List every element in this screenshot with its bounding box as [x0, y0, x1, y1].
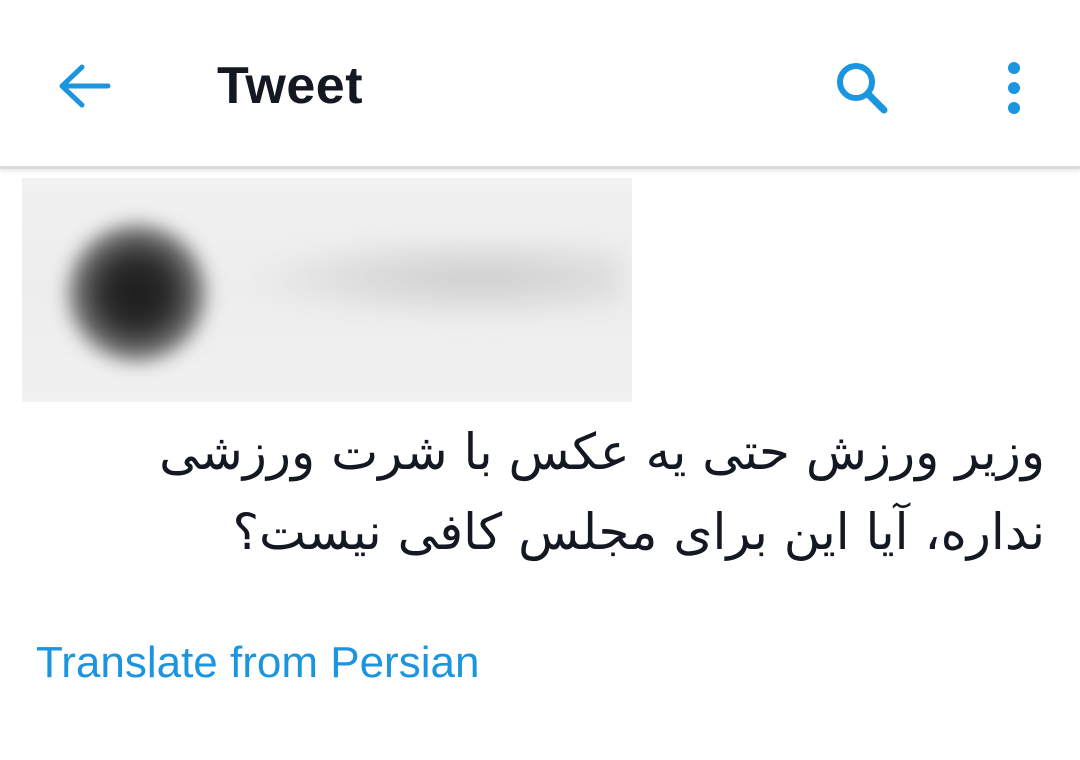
translate-link[interactable]: Translate from Persian: [36, 636, 479, 690]
back-button[interactable]: [46, 50, 122, 122]
tweet-text: وزیر ورزش حتی یه عکس با شرت ورزشی نداره،…: [159, 423, 1045, 561]
overflow-menu-button[interactable]: [988, 50, 1040, 126]
more-vertical-icon: [1008, 62, 1020, 114]
arrow-left-icon: [59, 64, 111, 108]
page-title: Tweet: [217, 57, 364, 115]
search-icon: [837, 63, 888, 114]
search-button[interactable]: [822, 48, 902, 128]
author-name-blurred[interactable]: [262, 238, 622, 318]
author-header-blurred[interactable]: [22, 178, 632, 402]
avatar[interactable]: [62, 218, 212, 368]
top-app-bar: Tweet: [0, 0, 1080, 169]
